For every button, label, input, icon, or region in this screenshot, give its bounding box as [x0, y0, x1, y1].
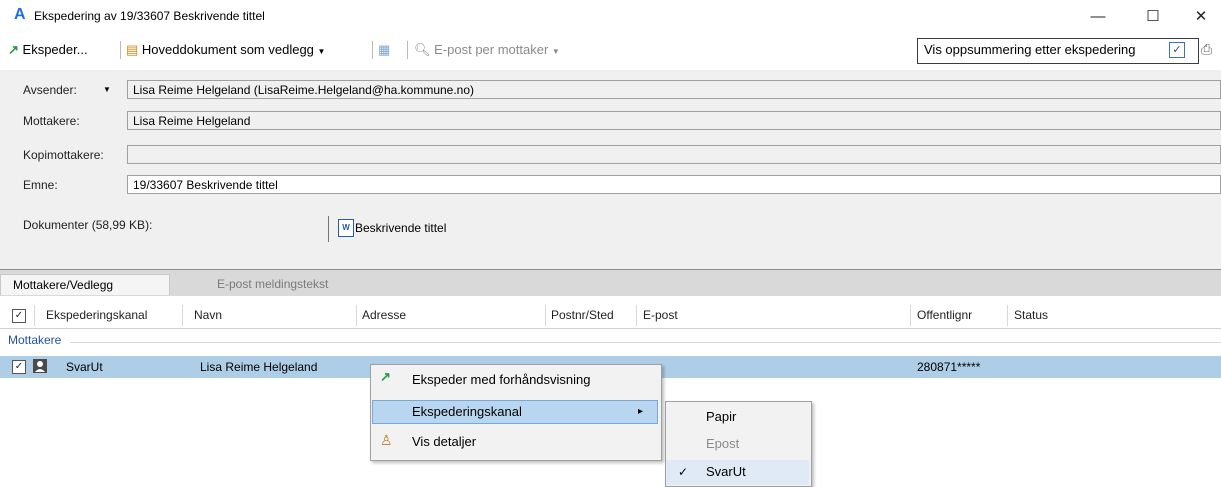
- documents-divider: [328, 216, 329, 242]
- tab-email-message-text[interactable]: E-post meldingstekst: [205, 274, 340, 295]
- subject-field[interactable]: 19/33607 Beskrivende tittel: [127, 175, 1221, 194]
- submenu-arrow-icon: ▸: [638, 406, 644, 417]
- print-icon[interactable]: ⎙: [1201, 41, 1212, 58]
- subject-label: Emne:: [23, 178, 58, 192]
- menu-item-show-details[interactable]: Vis detaljer: [412, 429, 476, 455]
- magnifier-icon: 🔍︎: [414, 42, 431, 57]
- cc-label: Kopimottakere:: [23, 148, 104, 162]
- ekspeder-label: Ekspeder...: [22, 42, 88, 57]
- email-per-recipient-button[interactable]: 🔍︎ E-post per mottaker ▼: [414, 41, 604, 59]
- row-channel: SvarUt: [66, 360, 103, 374]
- form-panel: [0, 70, 1221, 270]
- tab-recipients-attachments[interactable]: Mottakere/Vedlegg: [0, 274, 170, 295]
- person-details-icon: ♙: [380, 432, 393, 448]
- group-header: Mottakere: [8, 333, 62, 347]
- app-icon: A: [14, 6, 26, 23]
- column-header-channel[interactable]: Ekspederingskanal: [46, 308, 147, 322]
- select-all-checkbox[interactable]: ✓: [12, 309, 26, 323]
- summary-option-label: Vis oppsummering etter ekspedering: [924, 42, 1136, 57]
- column-separator: [1007, 305, 1008, 326]
- close-button[interactable]: ✕: [1181, 4, 1221, 30]
- toolbar-separator: [372, 41, 373, 59]
- word-document-icon: W: [338, 219, 354, 237]
- document-stack-icon: ▤: [126, 42, 139, 57]
- main-doc-attachment-button[interactable]: ▤ Hoveddokument som vedlegg ▼: [126, 41, 366, 59]
- group-divider: [70, 342, 1221, 343]
- toolbar-separator: [120, 41, 121, 59]
- person-icon: [33, 359, 47, 373]
- row-checkbox[interactable]: ✓: [12, 360, 26, 374]
- dropdown-arrow-icon: ▼: [551, 47, 560, 56]
- main-doc-label: Hoveddokument som vedlegg: [141, 42, 314, 57]
- sender-label: Avsender:: [23, 83, 77, 97]
- maximize-button[interactable]: ☐: [1133, 4, 1173, 30]
- submenu-item-svarut[interactable]: SvarUt: [706, 459, 746, 485]
- ekspeder-button[interactable]: ↗ Ekspeder...: [8, 41, 118, 59]
- column-header-address[interactable]: Adresse: [362, 308, 406, 322]
- menu-item-channel[interactable]: Ekspederingskanal: [412, 399, 522, 425]
- row-offentlignr: 280871*****: [917, 360, 981, 374]
- send-icon: ↗: [8, 42, 19, 57]
- cc-field[interactable]: [127, 145, 1221, 164]
- column-header-status[interactable]: Status: [1014, 308, 1048, 322]
- document-preview-icon: ▦: [378, 42, 391, 57]
- checkmark-icon: ✓: [678, 465, 689, 479]
- sender-field[interactable]: Lisa Reime Helgeland (LisaReime.Helgelan…: [127, 80, 1221, 99]
- dropdown-arrow-icon: ▼: [317, 47, 326, 56]
- send-preview-icon: ↗: [380, 369, 391, 384]
- recipients-field[interactable]: Lisa Reime Helgeland: [127, 111, 1221, 130]
- email-per-recipient-label: E-post per mottaker: [434, 42, 549, 57]
- window-title: Ekspedering av 19/33607 Beskrivende titt…: [34, 9, 265, 23]
- summary-checkbox[interactable]: ✓: [1169, 42, 1185, 58]
- column-header-email[interactable]: E-post: [643, 308, 678, 322]
- column-separator: [910, 305, 911, 326]
- preview-document-button[interactable]: ▦: [378, 41, 404, 59]
- document-link[interactable]: Beskrivende tittel: [355, 221, 446, 235]
- minimize-button[interactable]: —: [1078, 4, 1118, 30]
- column-separator: [34, 305, 35, 326]
- column-separator: [182, 305, 183, 326]
- sender-dropdown[interactable]: ▼: [98, 80, 116, 99]
- column-header-offentlignr[interactable]: Offentlignr: [917, 308, 972, 322]
- tab-strip: [0, 269, 1221, 296]
- column-header-name[interactable]: Navn: [194, 308, 222, 322]
- menu-item-send-preview[interactable]: Ekspeder med forhåndsvisning: [412, 367, 591, 393]
- recipients-label: Mottakere:: [23, 114, 80, 128]
- column-separator: [545, 305, 546, 326]
- row-name: Lisa Reime Helgeland: [200, 360, 318, 374]
- submenu-item-epost[interactable]: Epost: [706, 431, 739, 457]
- column-separator: [356, 305, 357, 326]
- toolbar-separator: [407, 41, 408, 59]
- documents-label: Dokumenter (58,99 KB):: [23, 218, 153, 232]
- column-header-postnr[interactable]: Postnr/Sted: [551, 308, 614, 322]
- submenu-item-papir[interactable]: Papir: [706, 404, 736, 430]
- column-separator: [636, 305, 637, 326]
